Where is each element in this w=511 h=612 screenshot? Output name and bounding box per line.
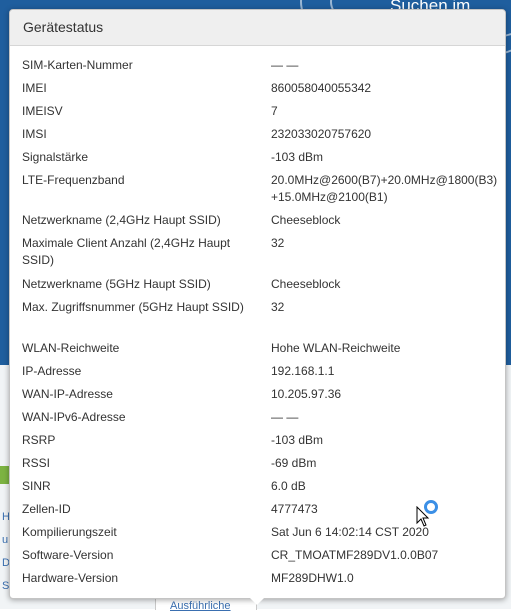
status-row-ip-address: IP-Adresse 192.168.1.1 [10, 360, 505, 383]
status-row-rssi: RSSI -69 dBm [10, 452, 505, 475]
row-label: Software-Version [22, 548, 114, 562]
row-value: 6.0 dB [271, 479, 306, 493]
row-value: -103 dBm [271, 433, 324, 447]
row-label: WAN-IP-Adresse [22, 387, 113, 401]
row-label: WAN-IPv6-Adresse [22, 410, 126, 424]
row-label: RSSI [22, 456, 51, 470]
row-label: Netzwerkname (2,4GHz Haupt SSID) [22, 213, 221, 227]
row-value: — — [271, 58, 299, 72]
row-label: Max. Zugriffsnummer (5GHz Haupt SSID) [22, 300, 244, 314]
row-label: RSRP [22, 433, 56, 447]
status-row-ssid-24ghz: Netzwerkname (2,4GHz Haupt SSID) Cheesebl… [10, 209, 505, 232]
row-label: Hardware-Version [22, 571, 119, 585]
row-value: MF289DHW1.0 [271, 571, 354, 585]
row-value: 860058040055342 [271, 81, 372, 95]
row-label: Kompilierungszeit [22, 525, 117, 539]
row-label: SINR [22, 479, 51, 493]
row-value: 4777473 [271, 502, 318, 516]
row-label: IMSI [22, 127, 47, 141]
row-value: Cheeseblock [271, 277, 341, 291]
row-value: Sat Jun 6 14:02:14 CST 2020 [271, 525, 429, 539]
row-value: 7 [271, 104, 278, 118]
row-label: Maximale Client Anzahl (2,4GHz Haupt SSI… [22, 236, 231, 267]
row-value: 232033020757620 [271, 127, 372, 141]
status-row-sim-number: SIM-Karten-Nummer — — [10, 54, 505, 77]
popup-title: Gerätestatus [23, 19, 104, 35]
status-row-hardware-version: Hardware-Version MF289DHW1.0 [10, 567, 505, 590]
status-row-sinr: SINR 6.0 dB [10, 475, 505, 498]
row-value: Cheeseblock [271, 213, 341, 227]
details-tab-label[interactable]: Ausführliche [170, 600, 231, 612]
status-row-signal-strength: Signalstärke -103 dBm [10, 146, 505, 169]
row-label: IMEISV [22, 104, 63, 118]
row-label: IP-Adresse [22, 364, 82, 378]
status-row-imeisv: IMEISV 7 [10, 100, 505, 123]
row-label: Signalstärke [22, 150, 89, 164]
row-value: Hohe WLAN-Reichweite [271, 341, 401, 355]
row-label: WLAN-Reichweite [22, 341, 120, 355]
row-label: SIM-Karten-Nummer [22, 58, 133, 72]
status-row-wlan-range: WLAN-Reichweite Hohe WLAN-Reichweite [10, 337, 505, 360]
row-label: IMEI [22, 81, 47, 95]
status-row-compile-time: Kompilierungszeit Sat Jun 6 14:02:14 CST … [10, 521, 505, 544]
row-label: Zellen-ID [22, 502, 71, 516]
row-value: -69 dBm [271, 456, 317, 470]
row-value: 20.0MHz@2600(B7)+20.0MHz@1800(B3)+15.0MH… [271, 173, 498, 204]
status-row-max-access-5ghz: Max. Zugriffsnummer (5GHz Haupt SSID) 32 [10, 296, 505, 337]
row-value: 192.168.1.1 [271, 364, 335, 378]
popup-pointer-arrow [250, 598, 264, 605]
status-row-ssid-5ghz: Netzwerkname (5GHz Haupt SSID) Cheesebloc… [10, 273, 505, 296]
row-value: 10.205.97.36 [271, 387, 342, 401]
row-value: 32 [271, 236, 285, 250]
row-value: CR_TMOATMF289DV1.0.0B07 [271, 548, 439, 562]
row-value: -103 dBm [271, 150, 324, 164]
row-value: — — [271, 410, 299, 424]
status-row-imsi: IMSI 232033020757620 [10, 123, 505, 146]
status-row-wan-ip: WAN-IP-Adresse 10.205.97.36 [10, 383, 505, 406]
details-tab[interactable]: Ausführliche [155, 598, 257, 612]
mouse-pointer-icon [416, 506, 430, 527]
status-row-software-version: Software-Version CR_TMOATMF289DV1.0.0B07 [10, 544, 505, 567]
status-row-rsrp: RSRP -103 dBm [10, 429, 505, 452]
status-row-wan-ipv6: WAN-IPv6-Adresse — — [10, 406, 505, 429]
row-label: LTE-Frequenzband [22, 173, 125, 187]
status-row-imei: IMEI 860058040055342 [10, 77, 505, 100]
status-row-lte-band: LTE-Frequenzband 20.0MHz@2600(B7)+20.0MHz… [10, 169, 505, 209]
status-row-max-clients-24ghz: Maximale Client Anzahl (2,4GHz Haupt SSI… [10, 232, 505, 273]
row-value: 32 [271, 300, 285, 314]
row-label: Netzwerkname (5GHz Haupt SSID) [22, 277, 211, 291]
